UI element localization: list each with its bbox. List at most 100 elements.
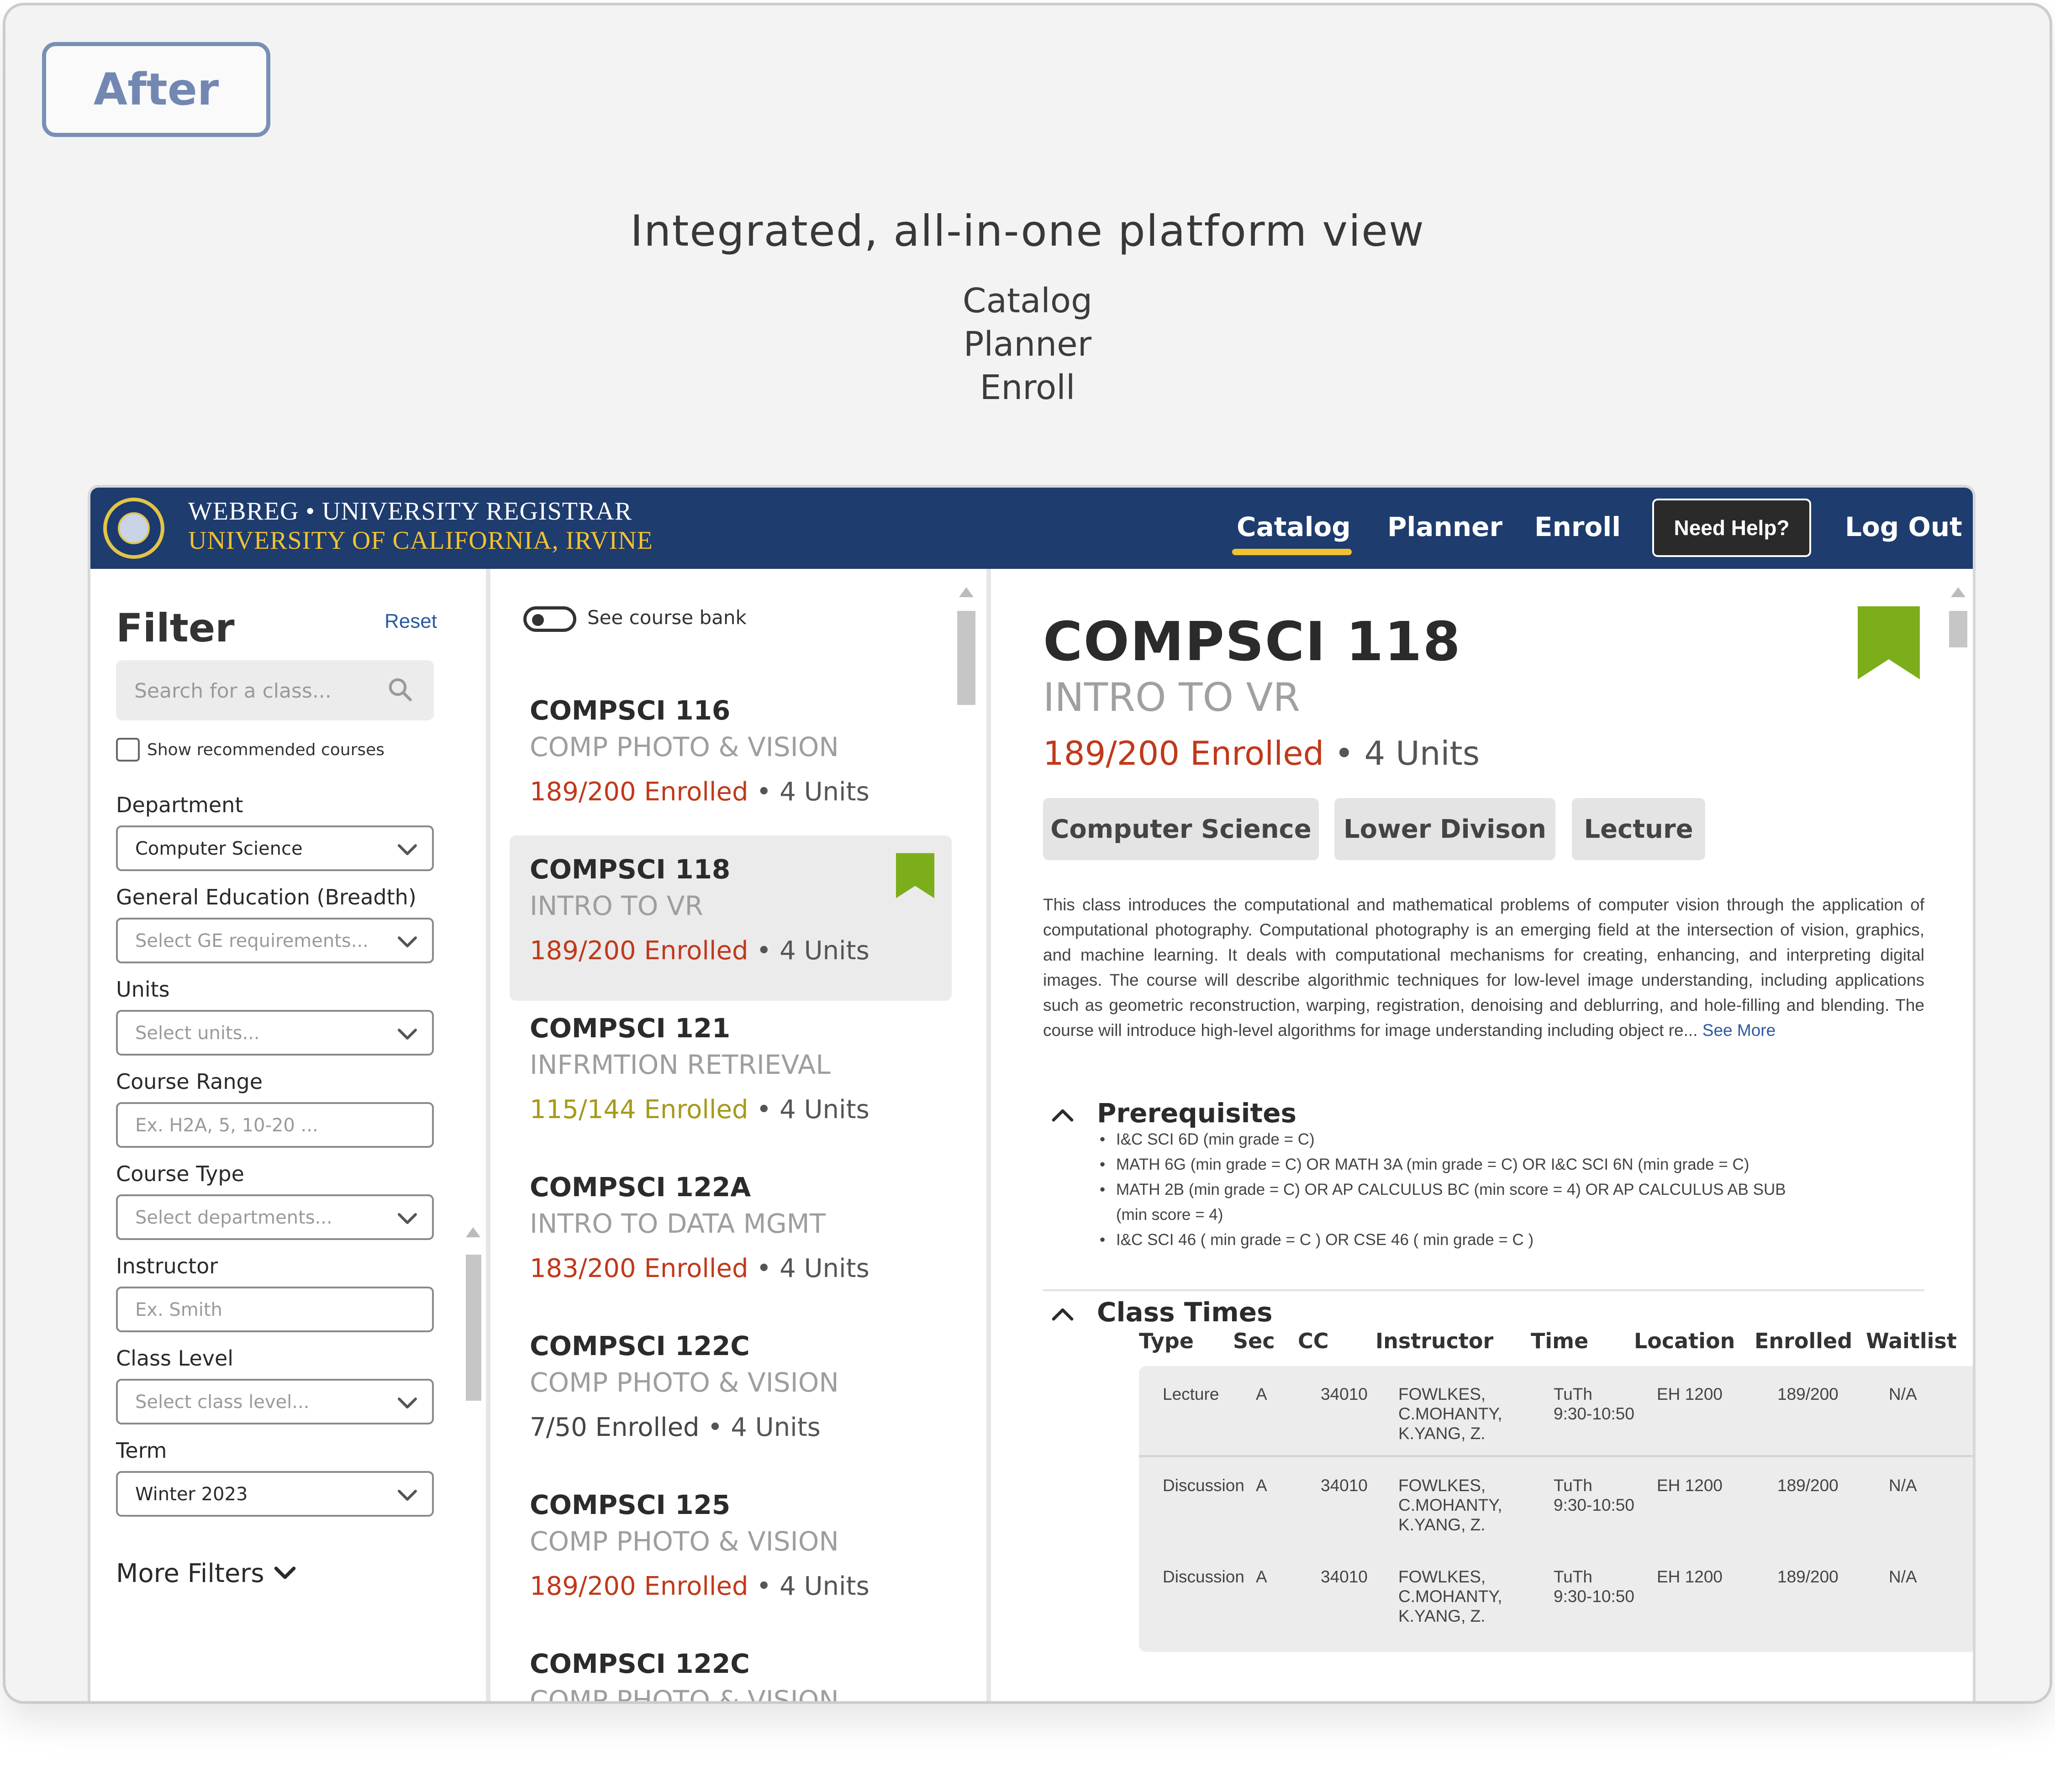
filter-dropdown[interactable]: Computer Science (116, 825, 434, 871)
subtitle-enroll: Enroll (980, 368, 1075, 407)
course-card[interactable]: COMPSCI 116 COMP PHOTO & VISION 189/200 En… (510, 677, 952, 842)
course-card[interactable]: COMPSCI 125 COMP PHOTO & VISION 189/200 En… (510, 1471, 952, 1636)
course-card[interactable]: COMPSCI 121 INFRMTION RETRIEVAL 115/144 En… (510, 994, 952, 1160)
table-cell: 189/200 (1777, 1476, 1839, 1495)
search-placeholder: Search for a class... (134, 679, 332, 703)
course-code: COMPSCI 125 (530, 1489, 731, 1520)
course-units: 4 Units (780, 1571, 869, 1601)
section-divider (1043, 1289, 1924, 1291)
column-header: Enrolled (1755, 1329, 1853, 1353)
column-header: Waitlist (1866, 1329, 1957, 1353)
filter-label: Class Level (116, 1346, 234, 1371)
course-title: INTRO TO DATA MGMT (530, 1208, 826, 1239)
course-card[interactable]: COMPSCI 122C COMP PHOTO & VISION 7/50 Enro… (510, 1312, 952, 1477)
course-list-scrollbar[interactable] (957, 611, 975, 705)
cell-line: C.MOHANTY, (1398, 1587, 1502, 1606)
cell-line: FOWLKES, (1398, 1567, 1486, 1586)
course-code: COMPSCI 122C (530, 1330, 750, 1361)
enrollment-count: 189/200 Enrolled (1043, 734, 1324, 773)
prerequisite-item: MATH 6G (min grade = C) OR MATH 3A (min … (1100, 1152, 1812, 1177)
table-cell: N/A (1889, 1567, 1917, 1586)
reset-link[interactable]: Reset (385, 610, 437, 633)
column-header: Sec (1233, 1329, 1275, 1353)
course-units: 4 Units (780, 777, 869, 807)
filter-scrollbar[interactable] (466, 1255, 481, 1401)
table-cell: A (1256, 1385, 1267, 1403)
presentation-frame: After Integrated, all-in-one platform vi… (3, 3, 2052, 1704)
prerequisites-heading[interactable]: Prerequisites (1097, 1098, 1296, 1129)
table-cell: A (1256, 1567, 1267, 1586)
filter-text-input[interactable]: Ex. H2A, 5, 10-20 ... (116, 1102, 434, 1148)
table-row[interactable]: Lecture A 34010 FOWLKES, C.MOHANTY, K.YANG, Z… (1139, 1366, 1973, 1457)
filter-dropdown[interactable]: Select GE requirements... (116, 918, 434, 963)
filter-dropdown[interactable]: Select units... (116, 1010, 434, 1056)
table-row[interactable]: Discussion A 34010 FOWLKES, C.MOHANTY, K.YANG… (1139, 1457, 1973, 1549)
cell-line: K.YANG, Z. (1398, 1607, 1486, 1625)
nav-planner[interactable]: Planner (1387, 511, 1502, 542)
cell-line: FOWLKES, (1398, 1476, 1486, 1495)
need-help-button[interactable]: Need Help? (1652, 499, 1811, 557)
filter-label: Course Range (116, 1069, 263, 1094)
class-times-heading[interactable]: Class Times (1097, 1297, 1273, 1328)
course-title: INTRO TO VR (530, 890, 703, 921)
course-title: INFRMTION RETRIEVAL (530, 1049, 831, 1080)
scroll-up-arrow-icon[interactable] (466, 1227, 480, 1237)
cell-line: TuTh (1554, 1567, 1592, 1586)
prerequisite-item: I&C SCI 46 ( min grade = C ) OR CSE 46 (… (1100, 1227, 1812, 1252)
prerequisite-item: MATH 2B (min grade = C) OR AP CALCULUS B… (1100, 1177, 1812, 1227)
course-meta: 183/200 Enrolled • 4 Units (530, 1254, 869, 1283)
course-title: INTRO TO VR (1043, 675, 1301, 720)
filter-text-input[interactable]: Ex. Smith (116, 1287, 434, 1332)
enrollment-count: 115/144 Enrolled (530, 1095, 748, 1125)
course-code: COMPSCI 118 (1043, 610, 1461, 673)
table-cell: TuTh 9:30-10:50 (1554, 1476, 1634, 1515)
placeholder-text: Ex. H2A, 5, 10-20 ... (135, 1115, 318, 1136)
course-code: COMPSCI 122C (530, 1648, 750, 1679)
more-filters-button[interactable]: More Filters (116, 1559, 264, 1588)
nav-enroll[interactable]: Enroll (1534, 511, 1621, 542)
filter-dropdown[interactable]: Select class level... (116, 1379, 434, 1424)
course-enrollment-meta: 189/200 Enrolled • 4 Units (1043, 734, 1480, 773)
course-detail-panel: COMPSCI 118 INTRO TO VR 189/200 Enrolled… (996, 569, 1973, 1701)
course-title: COMP PHOTO & VISION (530, 1685, 839, 1704)
course-card[interactable]: COMPSCI 122A INTRO TO DATA MGMT 183/200 En… (510, 1153, 952, 1319)
placeholder-text: Select GE requirements... (135, 930, 369, 951)
filter-dropdown[interactable]: Winter 2023 (116, 1471, 434, 1517)
scroll-up-arrow-icon[interactable] (959, 587, 974, 597)
chevron-up-icon[interactable] (1050, 1305, 1075, 1323)
course-units: 4 Units (731, 1413, 821, 1442)
subtitle-planner: Planner (963, 325, 1092, 364)
cell-line: 9:30-10:50 (1554, 1587, 1634, 1606)
table-row[interactable]: Discussion A 34010 FOWLKES, C.MOHANTY, K.YANG… (1139, 1549, 1973, 1640)
scroll-up-arrow-icon[interactable] (1951, 587, 1965, 597)
brand-title: WEBREG • UNIVERSITY REGISTRAR (188, 497, 632, 526)
filter-dropdown[interactable]: Select departments... (116, 1194, 434, 1240)
brand-university: UNIVERSITY OF CALIFORNIA, IRVINE (188, 526, 653, 555)
nav-catalog[interactable]: Catalog (1237, 511, 1351, 542)
table-cell: N/A (1889, 1385, 1917, 1403)
filter-label: Course Type (116, 1161, 244, 1186)
bookmark-icon[interactable] (896, 853, 934, 899)
search-input[interactable]: Search for a class... (116, 660, 434, 720)
course-card[interactable]: COMPSCI 118 INTRO TO VR 189/200 Enrolled •… (510, 836, 952, 1001)
column-header: Location (1634, 1329, 1735, 1353)
webreg-app-window: WEBREG • UNIVERSITY REGISTRAR UNIVERSITY… (88, 485, 1976, 1704)
recommended-checkbox[interactable] (116, 738, 140, 762)
enrollment-count: 189/200 Enrolled (530, 777, 748, 807)
bookmark-icon[interactable] (1858, 606, 1920, 679)
cell-line: FOWLKES, (1398, 1385, 1486, 1403)
column-header: CC (1298, 1329, 1329, 1353)
logout-button[interactable]: Log Out (1845, 511, 1962, 542)
course-card[interactable]: COMPSCI 122C COMP PHOTO & VISION (510, 1630, 952, 1704)
table-cell: FOWLKES, C.MOHANTY, K.YANG, Z. (1398, 1384, 1502, 1443)
uc-seal-icon (103, 498, 164, 559)
detail-scrollbar[interactable] (1949, 611, 1967, 647)
subtitle-catalog: Catalog (962, 281, 1093, 321)
course-list-panel: See course bank COMPSCI 116 COMP PHOTO & … (495, 569, 991, 1704)
see-more-link[interactable]: See More (1702, 1021, 1776, 1040)
chevron-up-icon[interactable] (1050, 1106, 1075, 1124)
course-bank-toggle[interactable] (523, 606, 576, 632)
chevron-down-icon[interactable] (273, 1564, 297, 1582)
selected-value: Winter 2023 (135, 1484, 248, 1505)
prerequisite-item: I&C SCI 6D (min grade = C) (1100, 1127, 1812, 1152)
